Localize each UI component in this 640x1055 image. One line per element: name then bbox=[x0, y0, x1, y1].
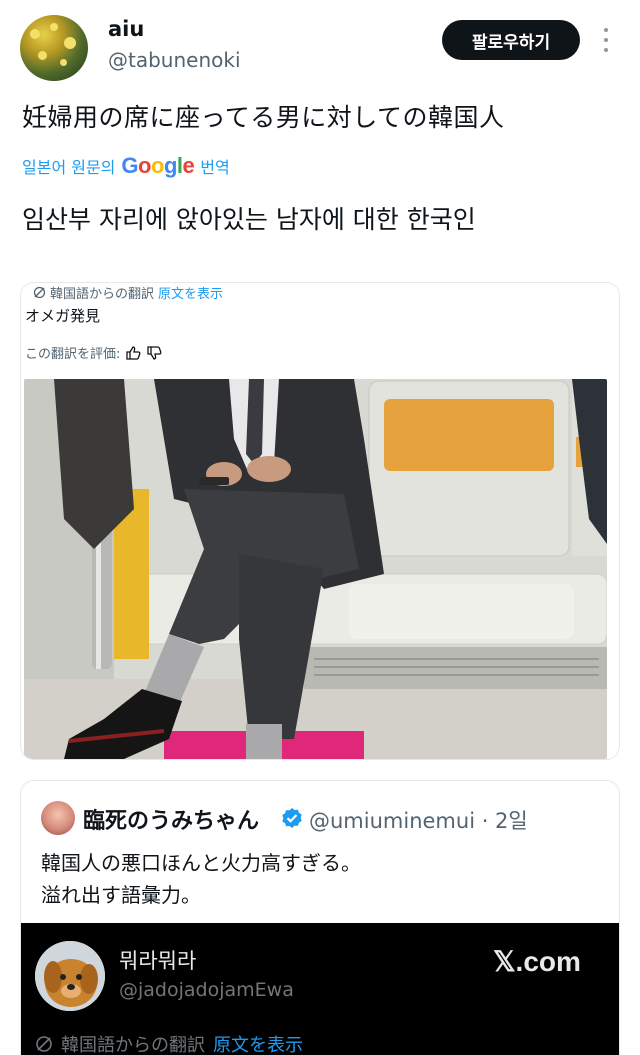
tweet-text: 妊婦用の席に座ってる男に対しての韓国人 bbox=[22, 103, 505, 132]
more-vertical-icon[interactable] bbox=[598, 28, 614, 52]
verified-badge-icon bbox=[282, 808, 302, 828]
quote-text-line-1: 韓国人の悪口ほんと火力高すぎる。 bbox=[41, 851, 361, 875]
translate-icon bbox=[33, 286, 46, 299]
inner-card-name[interactable]: 뭐라뭐라 bbox=[119, 945, 196, 975]
quote-text-line-2: 溢れ出す語彙力。 bbox=[41, 883, 201, 907]
thumbs-down-icon[interactable] bbox=[147, 345, 162, 360]
author-display-name[interactable]: aiu bbox=[108, 17, 144, 41]
author-handle[interactable]: @tabunenoki bbox=[108, 48, 241, 72]
inner-translation-line: 韓国語からの翻訳 原文を表示 bbox=[35, 1031, 303, 1055]
inner-translation-label: 韓国語からの翻訳 bbox=[61, 1035, 205, 1055]
translate-icon bbox=[36, 1036, 52, 1052]
show-original-link[interactable]: 原文を表示 bbox=[158, 283, 223, 302]
subway-photo[interactable] bbox=[24, 379, 607, 759]
subway-photo-illustration bbox=[24, 379, 607, 759]
rate-label: この翻訳を評価: bbox=[25, 347, 121, 362]
rate-translation: この翻訳を評価: bbox=[25, 343, 162, 362]
translation-suffix: 번역 bbox=[200, 158, 230, 177]
inner-card-avatar[interactable] bbox=[35, 941, 105, 1011]
translation-label: 韓国語からの翻訳 bbox=[50, 287, 155, 302]
inner-x-card[interactable]: 뭐라뭐라 @jadojadojamEwa 𝕏.com 韓国語からの翻訳 原文を表… bbox=[21, 923, 619, 1055]
inner-show-original-link[interactable]: 原文を表示 bbox=[213, 1031, 303, 1055]
google-logo: Google bbox=[121, 153, 195, 178]
embedded-body: オメガ発見 bbox=[25, 307, 101, 325]
x-brand-logo: 𝕏.com bbox=[493, 946, 581, 977]
author-avatar[interactable] bbox=[20, 15, 88, 81]
translation-prefix: 일본어 원문의 bbox=[22, 158, 116, 177]
quoted-tweet-card[interactable]: 臨死のうみちゃん @umiuminemui · 2일 韓国人の悪口ほんと火力高す… bbox=[20, 780, 620, 1055]
thumbs-up-icon[interactable] bbox=[126, 345, 141, 360]
quote-text: 韓国人の悪口ほんと火力高すぎる。 溢れ出す語彙力。 bbox=[41, 847, 361, 911]
quote-author-name[interactable]: 臨死のうみちゃん bbox=[83, 803, 259, 835]
quote-handle-time[interactable]: @umiuminemui · 2일 bbox=[309, 805, 528, 835]
follow-button[interactable]: 팔로우하기 bbox=[442, 20, 580, 60]
dog-avatar-illustration bbox=[35, 941, 105, 1011]
embedded-tweet-card[interactable]: 韓国語からの翻訳 原文を表示 オメガ発見 この翻訳を評価: bbox=[20, 282, 620, 760]
inner-card-handle[interactable]: @jadojadojamEwa bbox=[119, 979, 294, 1001]
translation-attribution[interactable]: 일본어 원문의 Google 번역 bbox=[22, 153, 230, 179]
quote-author-avatar[interactable] bbox=[41, 801, 75, 835]
translated-text: 임산부 자리에 앉아있는 남자에 대한 한국인 bbox=[22, 205, 476, 234]
translation-header: 韓国語からの翻訳 原文を表示 bbox=[33, 283, 223, 302]
